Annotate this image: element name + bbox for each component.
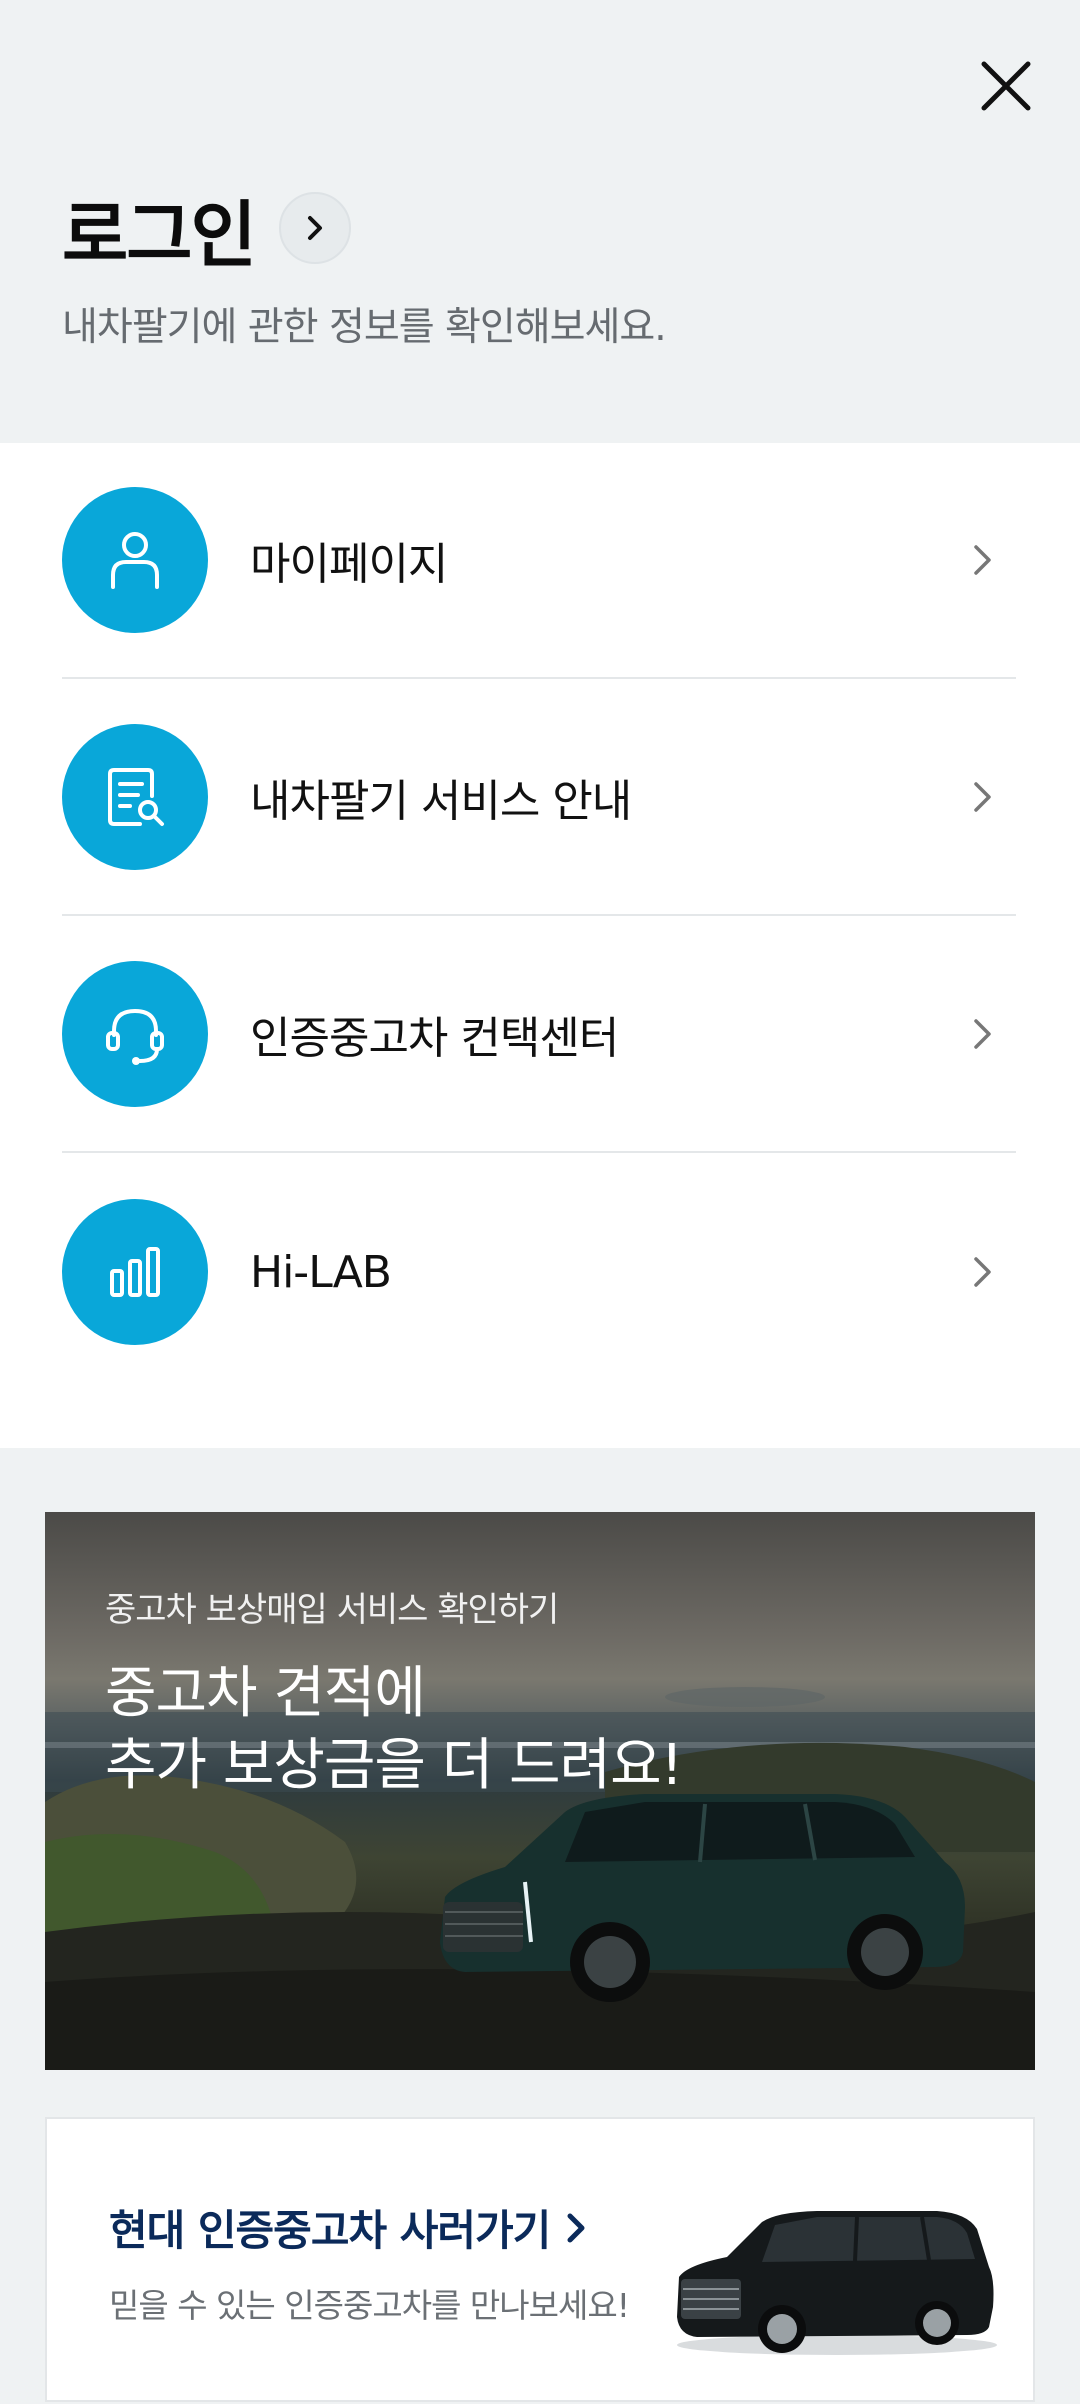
chevron-right-icon — [974, 1257, 991, 1287]
menu-item-hilab[interactable]: Hi-LAB — [62, 1154, 1016, 1390]
menu-item-contact-center[interactable]: 인증중고차 컨택센터 — [62, 917, 1016, 1153]
menu-item-label: Hi-LAB — [250, 1246, 392, 1298]
menu-item-label: 내차팔기 서비스 안내 — [250, 776, 632, 827]
document-search-icon — [108, 768, 164, 826]
chevron-right-icon — [567, 2213, 585, 2242]
card-subtitle: 믿을 수 있는 인증중고차를 만나보세요! — [109, 2286, 630, 2325]
buy-certified-card[interactable]: 현대 인증중고차 사러가기 믿을 수 있는 인증중고차를 만나보세요! — [45, 2117, 1035, 2402]
login-link[interactable]: 로그인 — [62, 178, 351, 278]
login-arrow-button[interactable] — [278, 192, 351, 264]
banner-subtitle: 중고차 보상매입 서비스 확인하기 — [105, 1590, 559, 1630]
chevron-right-icon — [974, 545, 991, 575]
menu-list: 마이페이지 내차팔기 서비스 안내 인증중고차 컨택센터 Hi-LAB — [0, 443, 1080, 1448]
bar-chart-icon — [110, 1247, 160, 1297]
login-subtitle: 내차팔기에 관한 정보를 확인해보세요. — [62, 305, 667, 350]
chevron-right-icon — [974, 1019, 991, 1049]
menu-item-sell-guide[interactable]: 내차팔기 서비스 안내 — [62, 680, 1016, 916]
card-title-link[interactable]: 현대 인증중고차 사러가기 — [109, 2197, 592, 2258]
menu-item-label: 인증중고차 컨택센터 — [250, 1013, 619, 1064]
suv-thumbnail-image — [677, 2211, 997, 2355]
close-icon — [981, 61, 1031, 111]
login-title: 로그인 — [62, 192, 257, 277]
trade-in-banner[interactable]: 중고차 보상매입 서비스 확인하기 중고차 견적에 추가 보상금을 더 드려요! — [45, 1512, 1035, 2070]
menu-icon-circle — [62, 487, 208, 633]
headset-icon — [106, 1008, 164, 1065]
banner-title: 중고차 견적에 추가 보상금을 더 드려요! — [105, 1661, 683, 1798]
close-button[interactable] — [964, 44, 1048, 128]
menu-item-label: 마이페이지 — [250, 539, 448, 590]
menu-icon-circle — [62, 724, 208, 870]
menu-icon-circle — [62, 961, 208, 1107]
chevron-right-icon — [307, 216, 322, 240]
menu-icon-circle — [62, 1199, 208, 1345]
menu-item-mypage[interactable]: 마이페이지 — [62, 443, 1016, 679]
chevron-right-icon — [974, 782, 991, 812]
person-icon — [111, 532, 159, 589]
login-header: 로그인 내차팔기에 관한 정보를 확인해보세요. — [0, 0, 1080, 443]
card-title: 현대 인증중고차 사러가기 — [109, 2206, 551, 2255]
